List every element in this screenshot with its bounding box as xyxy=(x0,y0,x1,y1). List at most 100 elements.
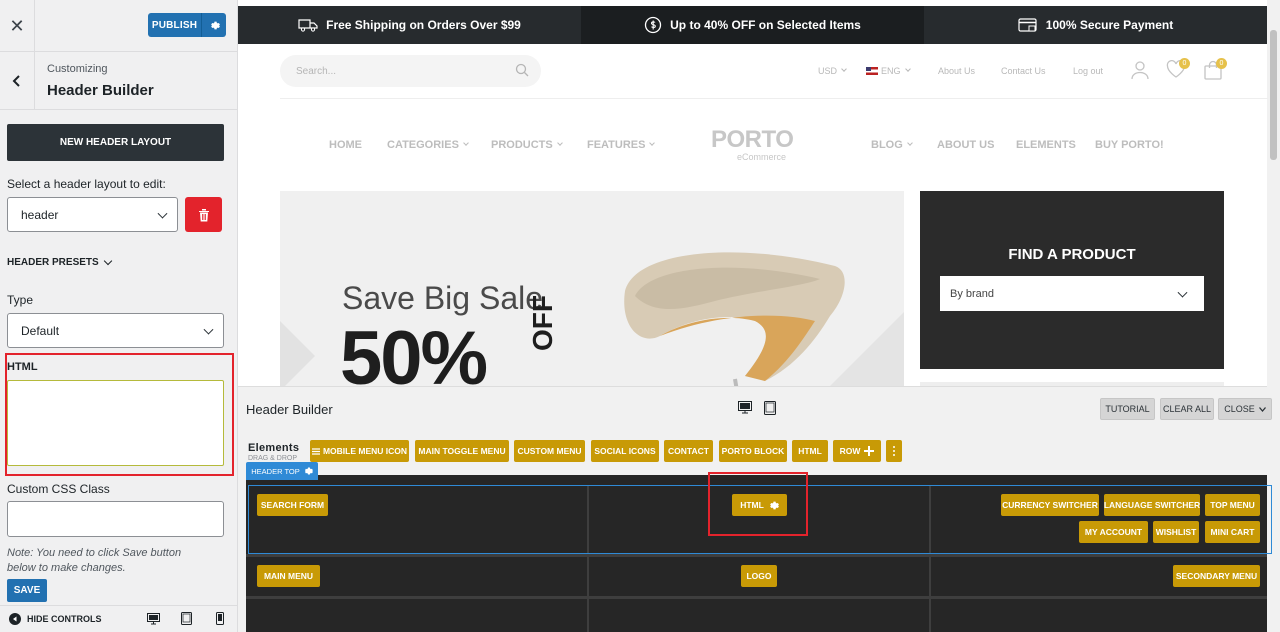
tutorial-button[interactable]: TUTORIAL xyxy=(1100,398,1155,420)
hero-banner[interactable]: Save Big Sale 50% OFF xyxy=(280,191,904,387)
nav-about[interactable]: ABOUT US xyxy=(937,139,994,151)
element-row[interactable]: ROW xyxy=(833,440,881,462)
scrollbar-thumb[interactable] xyxy=(1270,30,1277,160)
chair-image xyxy=(624,252,845,387)
close-customizer-button[interactable]: ✕ xyxy=(0,0,35,52)
hide-controls-button[interactable]: HIDE CONTROLS xyxy=(9,613,102,625)
header-top-label: HEADER TOP xyxy=(251,466,300,476)
desktop-view-icon[interactable] xyxy=(738,401,752,420)
element-my-account[interactable]: MY ACCOUNT xyxy=(1079,521,1148,543)
chevron-down-icon xyxy=(841,66,847,72)
nav-elements[interactable]: ELEMENTS xyxy=(1016,139,1076,151)
element-social-icons[interactable]: SOCIAL ICONS xyxy=(591,440,659,462)
nav-features[interactable]: FEATURES xyxy=(587,139,656,151)
tablet-preview-icon[interactable] xyxy=(181,612,192,630)
type-label: Type xyxy=(7,293,34,307)
account-icon[interactable] xyxy=(1130,60,1150,85)
panel-header: ✕ PUBLISH xyxy=(0,0,237,52)
secure-card-icon xyxy=(1018,17,1037,32)
header-layout-select[interactable]: header xyxy=(7,197,178,232)
promo-text: 100% Secure Payment xyxy=(1045,18,1174,32)
find-by-brand-select[interactable]: By brand xyxy=(940,276,1204,311)
chevron-down-icon xyxy=(157,208,168,219)
element-main-toggle-menu[interactable]: MAIN TOGGLE MENU xyxy=(415,440,509,462)
us-flag-icon xyxy=(866,67,878,75)
element-contact[interactable]: CONTACT xyxy=(664,440,713,462)
top-link-logout[interactable]: Log out xyxy=(1073,66,1103,76)
more-dots-icon xyxy=(893,446,895,456)
nav-label: ABOUT US xyxy=(937,139,995,151)
back-button[interactable] xyxy=(0,52,35,110)
promo-text: Free Shipping on Orders Over $99 xyxy=(326,18,521,32)
save-button[interactable]: SAVE xyxy=(7,579,47,602)
clear-all-button[interactable]: CLEAR ALL xyxy=(1160,398,1214,420)
currency-switcher[interactable]: USD xyxy=(818,66,847,76)
site-search-input[interactable]: Search... xyxy=(280,55,541,87)
element-mini-cart[interactable]: MINI CART xyxy=(1205,521,1260,543)
row-separator xyxy=(246,554,1267,557)
nav-products[interactable]: PRODUCTS xyxy=(491,139,563,151)
save-note: Note: You need to click Save button belo… xyxy=(7,547,182,574)
nav-label: ELEMENTS xyxy=(1016,139,1076,151)
element-wishlist[interactable]: WISHLIST xyxy=(1153,521,1199,543)
html-element-highlight xyxy=(708,472,808,536)
banner-off: OFF xyxy=(527,295,558,351)
search-icon[interactable] xyxy=(515,63,529,77)
header-top-tag[interactable]: HEADER TOP xyxy=(246,462,318,480)
element-main-menu[interactable]: MAIN MENU xyxy=(257,565,320,587)
promo-shipping: Free Shipping on Orders Over $99 xyxy=(238,6,581,44)
element-custom-menu[interactable]: CUSTOM MENU xyxy=(514,440,585,462)
close-builder-label: CLOSE xyxy=(1224,404,1255,414)
section-title: Header Builder xyxy=(47,82,154,99)
nav-categories[interactable]: CATEGORIES xyxy=(387,139,469,151)
html-textarea[interactable] xyxy=(7,380,224,466)
language-switcher[interactable]: ENG xyxy=(866,66,911,76)
css-class-input[interactable] xyxy=(7,501,224,537)
element-currency-switcher[interactable]: CURRENCY SWITCHER xyxy=(1001,494,1099,516)
elements-label: Elements xyxy=(248,442,300,454)
site-logo[interactable]: PORTO xyxy=(711,126,794,154)
more-elements-button[interactable] xyxy=(886,440,902,462)
element-top-menu[interactable]: TOP MENU xyxy=(1205,494,1260,516)
chevron-down-icon xyxy=(203,324,214,335)
find-product-title: FIND A PRODUCT xyxy=(1008,246,1136,263)
site-search-placeholder: Search... xyxy=(296,65,337,77)
type-value: Default xyxy=(21,323,60,338)
type-select[interactable]: Default xyxy=(7,313,224,348)
header-presets-toggle[interactable]: HEADER PRESETS xyxy=(7,256,112,268)
dollar-coin-icon xyxy=(644,16,662,34)
select-layout-label: Select a header layout to edit: xyxy=(7,177,166,191)
delete-layout-button[interactable] xyxy=(185,197,222,232)
find-select-value: By brand xyxy=(950,287,995,300)
chevron-down-icon xyxy=(463,140,469,146)
top-link-contact[interactable]: Contact Us xyxy=(1001,66,1046,76)
truck-icon xyxy=(298,19,318,32)
site-logo-subtitle: eCommerce xyxy=(737,152,787,162)
element-porto-block[interactable]: PORTO BLOCK xyxy=(719,440,787,462)
element-secondary-menu[interactable]: SECONDARY MENU xyxy=(1173,565,1260,587)
top-link-about[interactable]: About Us xyxy=(938,66,975,76)
drag-drop-label: DRAG & DROP xyxy=(248,455,298,462)
element-mobile-menu-icon[interactable]: MOBILE MENU ICON xyxy=(310,440,409,462)
tablet-view-icon[interactable] xyxy=(764,401,776,420)
nav-blog[interactable]: BLOG xyxy=(871,139,913,151)
nav-home[interactable]: HOME xyxy=(329,139,362,151)
chevron-down-icon xyxy=(649,140,656,146)
element-logo[interactable]: LOGO xyxy=(741,565,777,587)
element-html[interactable]: HTML xyxy=(792,440,828,462)
nav-label: FEATURES xyxy=(587,139,646,151)
close-builder-button[interactable]: CLOSE xyxy=(1218,398,1272,420)
desktop-preview-icon[interactable] xyxy=(147,612,160,630)
hide-controls-label: HIDE CONTROLS xyxy=(27,614,102,624)
html-label: HTML xyxy=(7,361,38,373)
panel-footer: HIDE CONTROLS xyxy=(0,605,237,632)
chevron-down-icon xyxy=(103,256,112,265)
mobile-preview-icon[interactable] xyxy=(216,612,224,630)
publish-button[interactable]: PUBLISH xyxy=(148,13,226,37)
new-header-layout-button[interactable]: NEW HEADER LAYOUT xyxy=(7,124,224,161)
element-search-form[interactable]: SEARCH FORM xyxy=(257,494,328,516)
publish-settings-gear-icon[interactable] xyxy=(201,13,226,37)
element-language-switcher[interactable]: LANGUAGE SWITCHER xyxy=(1104,494,1200,516)
nav-buy-porto[interactable]: BUY PORTO! xyxy=(1095,139,1164,151)
gear-icon[interactable] xyxy=(303,466,313,476)
